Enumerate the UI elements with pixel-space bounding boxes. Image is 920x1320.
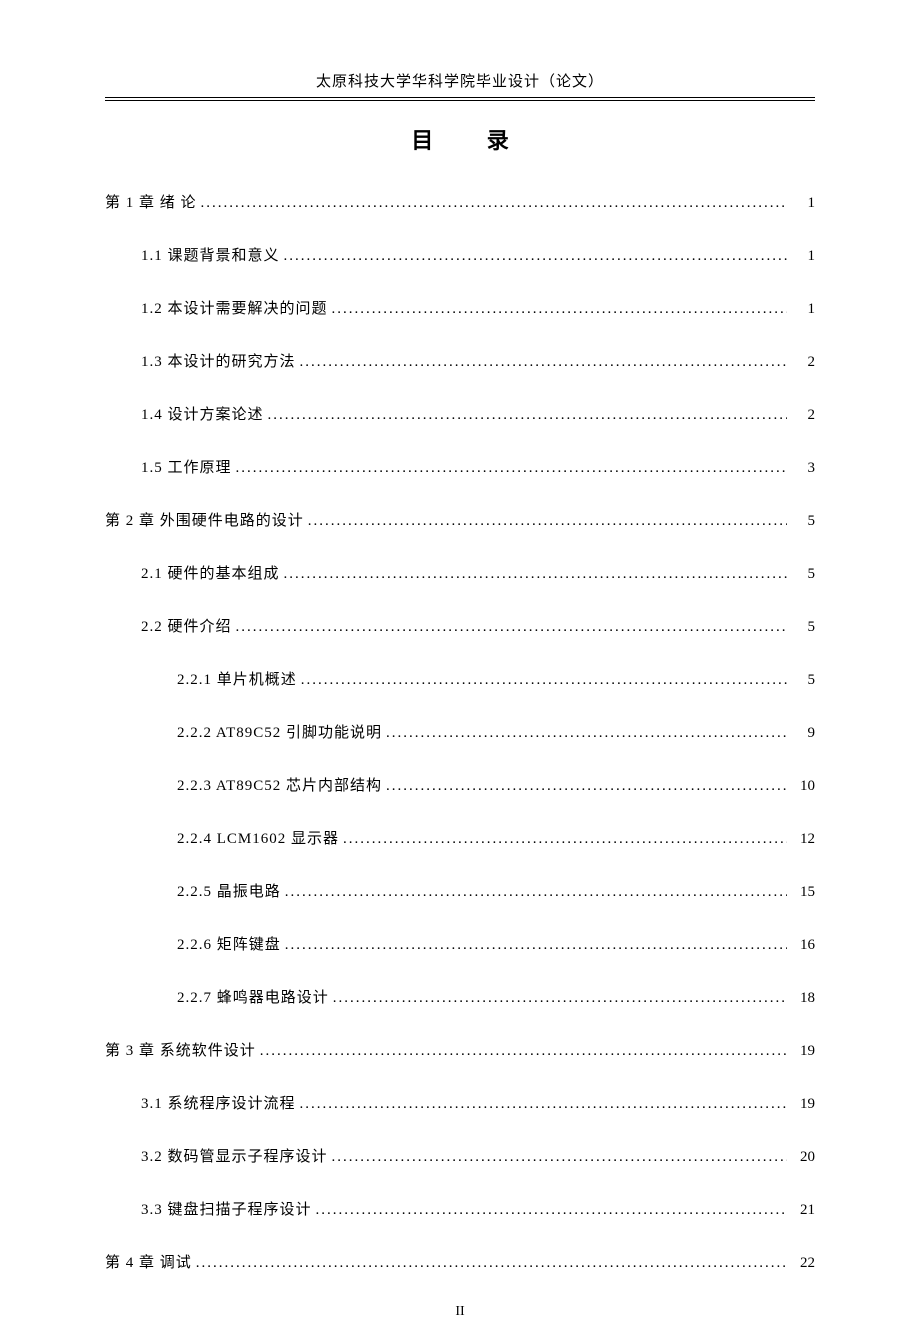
toc-entry-label: 3.3 键盘扫描子程序设计: [141, 1198, 312, 1219]
toc-entry-label: 1.1 课题背景和意义: [141, 244, 280, 265]
toc-dot-leader: [236, 619, 787, 636]
toc-entry-page: 1: [791, 301, 815, 318]
toc-dot-leader: [301, 672, 787, 689]
toc-entry-label: 第 4 章 调试: [105, 1251, 192, 1272]
toc-entry-label: 2.2 硬件介绍: [141, 615, 232, 636]
toc-entry: 3.1 系统程序设计流程 19: [105, 1092, 815, 1113]
toc-entry: 2.2.7 蜂鸣器电路设计 18: [105, 986, 815, 1007]
toc-dot-leader: [285, 937, 787, 954]
toc-entry-label: 第 1 章 绪 论: [105, 191, 197, 212]
toc-entry: 2.2.6 矩阵键盘 16: [105, 933, 815, 954]
toc-entry-label: 1.5 工作原理: [141, 456, 232, 477]
toc-entry-page: 21: [791, 1202, 815, 1219]
toc-entry-label: 2.2.2 AT89C52 引脚功能说明: [177, 721, 382, 742]
toc-entry: 1.1 课题背景和意义 1: [105, 244, 815, 265]
toc-entry-label: 1.3 本设计的研究方法: [141, 350, 296, 371]
toc-entry: 第 3 章 系统软件设计 19: [105, 1039, 815, 1060]
toc-entry: 2.2.4 LCM1602 显示器 12: [105, 827, 815, 848]
toc-entry: 1.3 本设计的研究方法 2: [105, 350, 815, 371]
toc-dot-leader: [300, 354, 787, 371]
toc-entry-page: 12: [791, 831, 815, 848]
toc-entry: 第 2 章 外围硬件电路的设计 5: [105, 509, 815, 530]
toc-entry-page: 5: [791, 566, 815, 583]
header-rule-bottom: [105, 100, 815, 101]
toc-dot-leader: [196, 1255, 787, 1272]
toc-entry: 2.1 硬件的基本组成 5: [105, 562, 815, 583]
toc-entry-label: 第 3 章 系统软件设计: [105, 1039, 256, 1060]
toc-entry-page: 20: [791, 1149, 815, 1166]
document-page: 太原科技大学华科学院毕业设计（论文） 目 录 第 1 章 绪 论11.1 课题背…: [0, 0, 920, 1320]
toc-entry-page: 2: [791, 354, 815, 371]
toc-entry-label: 2.2.1 单片机概述: [177, 668, 297, 689]
toc-title: 目 录: [105, 123, 815, 155]
toc-dot-leader: [284, 248, 787, 265]
toc-entry-label: 2.2.6 矩阵键盘: [177, 933, 281, 954]
toc-dot-leader: [386, 725, 787, 742]
toc-entry-label: 2.2.7 蜂鸣器电路设计: [177, 986, 329, 1007]
toc-entry-label: 3.1 系统程序设计流程: [141, 1092, 296, 1113]
toc-entry-page: 5: [791, 513, 815, 530]
toc-dot-leader: [201, 195, 787, 212]
toc-dot-leader: [236, 460, 787, 477]
toc-dot-leader: [284, 566, 787, 583]
toc-entry: 1.2 本设计需要解决的问题 1: [105, 297, 815, 318]
toc-dot-leader: [300, 1096, 787, 1113]
toc-entry-label: 2.2.4 LCM1602 显示器: [177, 827, 339, 848]
toc-dot-leader: [285, 884, 787, 901]
toc-entry-page: 15: [791, 884, 815, 901]
toc-entry-page: 22: [791, 1255, 815, 1272]
toc-entry: 1.5 工作原理 3: [105, 456, 815, 477]
page-header: 太原科技大学华科学院毕业设计（论文）: [105, 70, 815, 97]
toc-entry-label: 2.1 硬件的基本组成: [141, 562, 280, 583]
toc-entry: 2.2.1 单片机概述 5: [105, 668, 815, 689]
toc-entry-page: 19: [791, 1043, 815, 1060]
toc-entry-page: 3: [791, 460, 815, 477]
toc-dot-leader: [316, 1202, 787, 1219]
toc-dot-leader: [333, 990, 787, 1007]
toc-dot-leader: [308, 513, 787, 530]
toc-entry-page: 5: [791, 672, 815, 689]
page-number: II: [105, 1304, 815, 1320]
toc-entry-page: 19: [791, 1096, 815, 1113]
toc-entry-page: 18: [791, 990, 815, 1007]
toc-entry-page: 1: [791, 195, 815, 212]
toc-entry: 第 1 章 绪 论 1: [105, 191, 815, 212]
toc-entry-page: 10: [791, 778, 815, 795]
toc-dot-leader: [332, 301, 787, 318]
toc-dot-leader: [260, 1043, 787, 1060]
toc-dot-leader: [343, 831, 787, 848]
toc-entry: 2.2 硬件介绍 5: [105, 615, 815, 636]
toc-dot-leader: [386, 778, 787, 795]
toc-entry: 第 4 章 调试 22: [105, 1251, 815, 1272]
toc-entry-label: 3.2 数码管显示子程序设计: [141, 1145, 328, 1166]
toc-entry-label: 1.4 设计方案论述: [141, 403, 264, 424]
toc-entry-page: 5: [791, 619, 815, 636]
toc-entry-page: 1: [791, 248, 815, 265]
header-rule-top: [105, 97, 815, 98]
toc-dot-leader: [268, 407, 787, 424]
toc-entry: 2.2.5 晶振电路 15: [105, 880, 815, 901]
toc-entry: 2.2.2 AT89C52 引脚功能说明 9: [105, 721, 815, 742]
toc-entry-label: 第 2 章 外围硬件电路的设计: [105, 509, 304, 530]
toc-entry: 1.4 设计方案论述 2: [105, 403, 815, 424]
toc-entry-label: 1.2 本设计需要解决的问题: [141, 297, 328, 318]
toc-entry: 3.3 键盘扫描子程序设计 21: [105, 1198, 815, 1219]
toc-entry: 2.2.3 AT89C52 芯片内部结构 10: [105, 774, 815, 795]
toc-entry-page: 9: [791, 725, 815, 742]
toc-entry: 3.2 数码管显示子程序设计 20: [105, 1145, 815, 1166]
toc-dot-leader: [332, 1149, 787, 1166]
table-of-contents: 第 1 章 绪 论 1 1.1 课题背景和意义 1 1.2 本设计需要解决的问题 1 1.3…: [105, 191, 815, 1272]
toc-entry-page: 16: [791, 937, 815, 954]
toc-entry-label: 2.2.5 晶振电路: [177, 880, 281, 901]
toc-entry-page: 2: [791, 407, 815, 424]
toc-entry-label: 2.2.3 AT89C52 芯片内部结构: [177, 774, 382, 795]
